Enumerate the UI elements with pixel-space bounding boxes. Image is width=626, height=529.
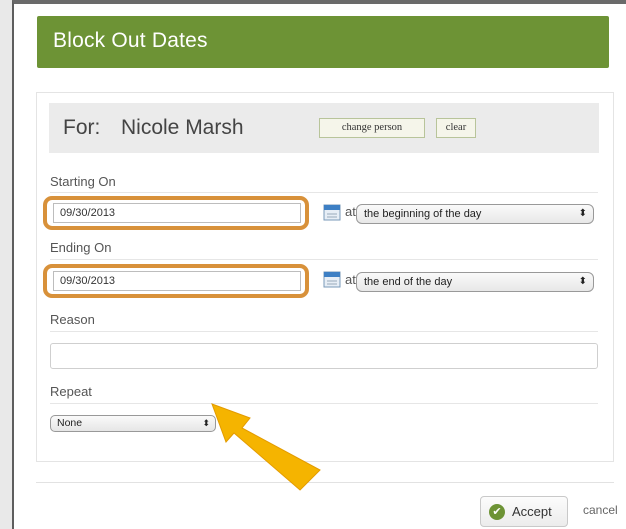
select-arrows-icon: ⬍ (578, 276, 587, 287)
repeat-select[interactable]: None ⬍ (50, 415, 216, 432)
repeat-value: None (57, 417, 83, 429)
block-out-dates-dialog: Block Out Dates For: Nicole Marsh change… (12, 0, 626, 529)
start-time-value: the beginning of the day (364, 208, 482, 220)
at-label: at (345, 272, 356, 287)
calendar-icon[interactable] (323, 270, 341, 288)
cancel-link[interactable]: cancel (583, 503, 618, 517)
for-label: For: (63, 116, 101, 139)
calendar-icon[interactable] (323, 203, 341, 221)
select-arrows-icon: ⬍ (202, 418, 210, 428)
divider (50, 403, 598, 404)
starting-on-label: Starting On (50, 174, 116, 189)
clear-button[interactable]: clear (436, 118, 476, 138)
reason-label: Reason (50, 312, 95, 327)
at-label: at (345, 204, 356, 219)
end-time-select[interactable]: the end of the day ⬍ (356, 272, 594, 292)
dialog-header: Block Out Dates (37, 16, 609, 68)
reason-input[interactable] (50, 343, 598, 369)
divider (50, 259, 598, 260)
end-date-input[interactable]: 09/30/2013 (53, 271, 301, 291)
footer-divider (36, 482, 614, 483)
ending-on-label: Ending On (50, 240, 112, 255)
person-box: For: Nicole Marsh change person clear (49, 103, 599, 153)
divider (50, 192, 598, 193)
end-time-value: the end of the day (364, 276, 453, 288)
accept-button[interactable]: ✔ Accept (480, 496, 568, 527)
dialog-title: Block Out Dates (53, 29, 208, 52)
form-panel: For: Nicole Marsh change person clear St… (36, 92, 614, 462)
check-icon: ✔ (489, 504, 505, 520)
change-person-button[interactable]: change person (319, 118, 425, 138)
divider (50, 331, 598, 332)
select-arrows-icon: ⬍ (578, 208, 587, 219)
start-time-select[interactable]: the beginning of the day ⬍ (356, 204, 594, 224)
start-date-input[interactable]: 09/30/2013 (53, 203, 301, 223)
repeat-label: Repeat (50, 384, 92, 399)
person-name: Nicole Marsh (121, 116, 244, 139)
accept-label: Accept (512, 504, 552, 519)
